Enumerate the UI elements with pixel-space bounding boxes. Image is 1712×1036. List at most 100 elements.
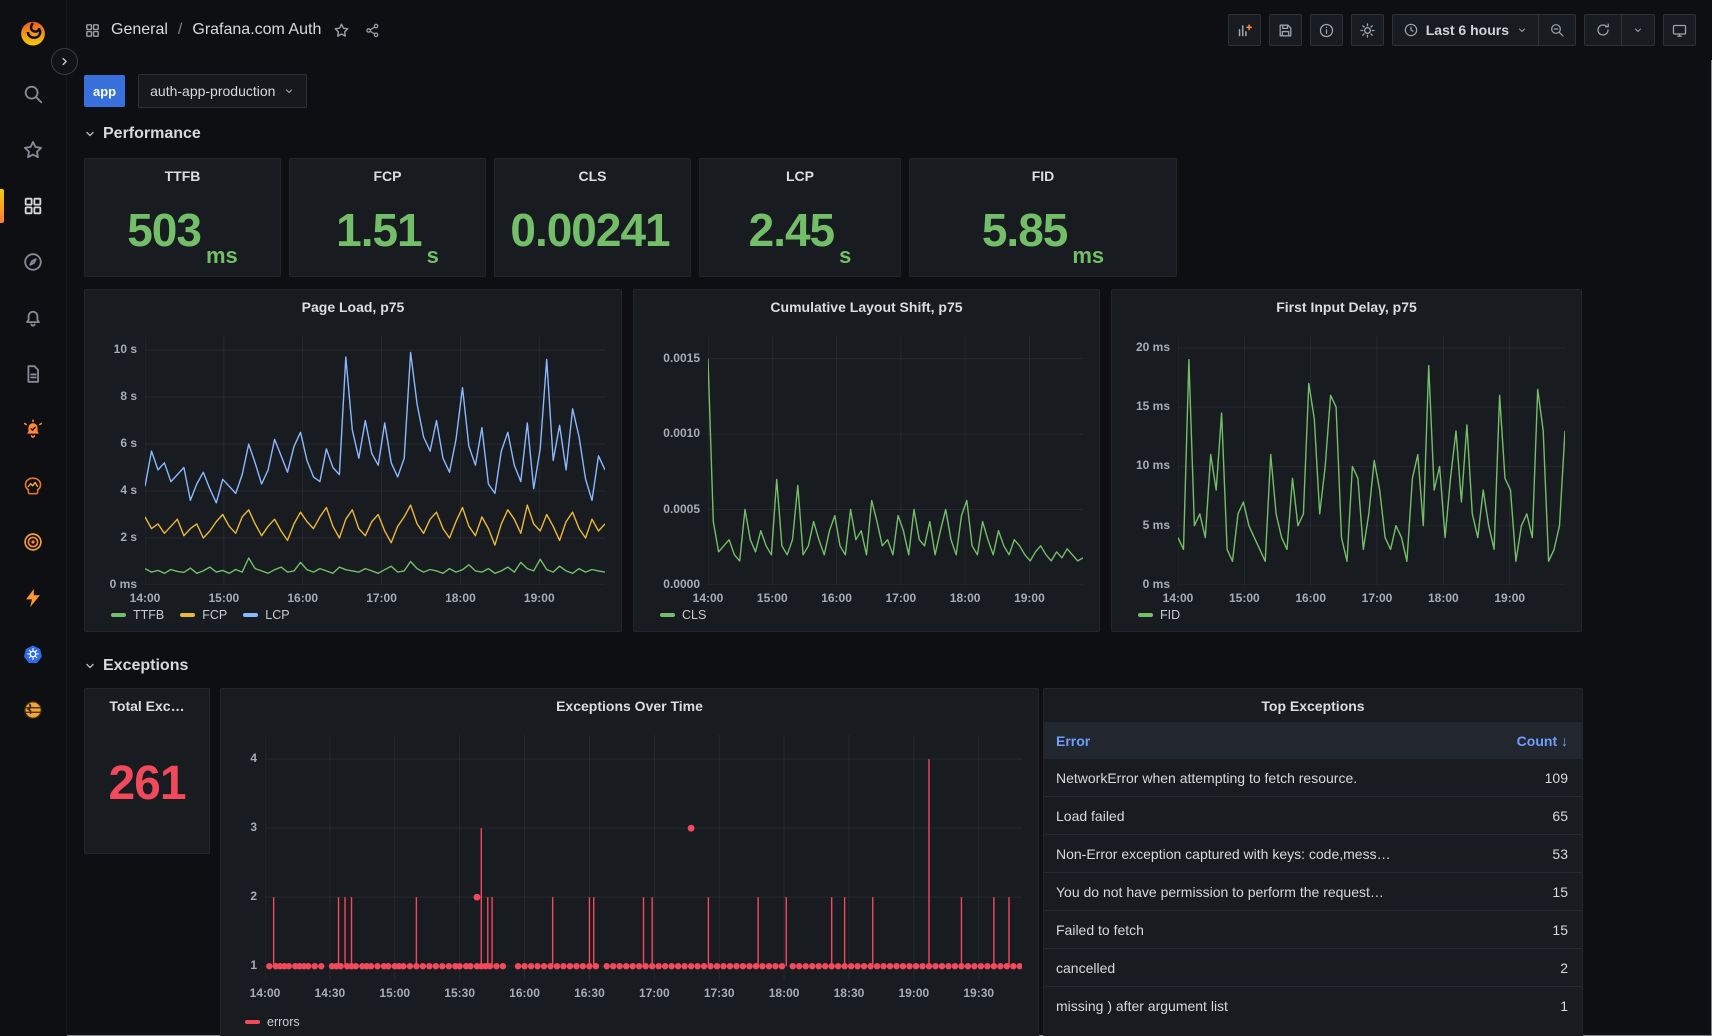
panel-total-exceptions: Total Exc… 261 bbox=[84, 688, 210, 854]
panel-exceptions-over-time: Exceptions Over Time 123414:0014:3015:00… bbox=[220, 688, 1039, 1036]
breadcrumb-section[interactable]: General bbox=[111, 21, 168, 39]
globe-icon bbox=[22, 699, 44, 721]
sidebar-item-synthetics[interactable] bbox=[0, 682, 66, 738]
panel-title[interactable]: Total Exc… bbox=[85, 689, 209, 714]
legend-label: CLS bbox=[682, 608, 706, 622]
y-axis-label: 20 ms bbox=[1122, 340, 1170, 354]
y-axis-label: 6 s bbox=[95, 436, 137, 450]
row-toggle-performance[interactable]: Performance bbox=[84, 122, 1712, 146]
refresh-dashboard-button[interactable] bbox=[1585, 15, 1621, 45]
add-panel-button[interactable] bbox=[1228, 14, 1261, 46]
sidebar-item-alerting[interactable] bbox=[0, 290, 66, 346]
chevron-down-icon bbox=[283, 85, 295, 97]
y-axis-label: 10 ms bbox=[1122, 458, 1170, 472]
row-toggle-exceptions[interactable]: Exceptions bbox=[84, 654, 1712, 678]
plot-exceptions[interactable] bbox=[265, 735, 1022, 980]
count-cell: 109 bbox=[1438, 770, 1582, 786]
sidebar-item-profiles[interactable] bbox=[0, 570, 66, 626]
panel-title[interactable]: Cumulative Layout Shift, p75 bbox=[634, 290, 1099, 315]
sidebar-item-machine-learning[interactable] bbox=[0, 458, 66, 514]
count-cell: 2 bbox=[1438, 960, 1582, 976]
error-cell: Non-Error exception captured with keys: … bbox=[1044, 846, 1438, 862]
sidebar-item-docs[interactable] bbox=[0, 346, 66, 402]
legend-swatch bbox=[243, 613, 258, 617]
app-variable-dropdown[interactable]: auth-app-production bbox=[138, 74, 307, 108]
table-header-row: Error Count ↓ bbox=[1044, 722, 1582, 759]
time-range-picker[interactable]: Last 6 hours bbox=[1393, 15, 1538, 45]
legend-item[interactable]: TTFB bbox=[111, 608, 164, 622]
legend-item[interactable]: LCP bbox=[243, 608, 289, 622]
top-bar: General / Grafana.com Auth bbox=[66, 0, 1712, 60]
page-title: Grafana.com Auth bbox=[192, 21, 321, 39]
stat-panel-cls: CLS 0.00241 bbox=[494, 158, 691, 277]
table-row: NetworkError when attempting to fetch re… bbox=[1044, 759, 1582, 796]
dashboard-canvas: app auth-app-production Performance TTFB… bbox=[66, 60, 1712, 1036]
sidebar-item-dashboards[interactable] bbox=[0, 178, 66, 234]
dashboard-settings-button[interactable] bbox=[1351, 14, 1384, 46]
panel-title[interactable]: First Input Delay, p75 bbox=[1112, 290, 1581, 315]
y-axis-label: 0.0000 bbox=[644, 577, 700, 591]
x-axis-label: 16:00 bbox=[1295, 591, 1326, 605]
plot-page-load[interactable] bbox=[145, 336, 605, 585]
stat-value: 2.45 bbox=[749, 207, 835, 253]
column-header-error[interactable]: Error bbox=[1044, 733, 1438, 749]
panel-title[interactable]: Top Exceptions bbox=[1044, 689, 1582, 714]
y-axis-label: 15 ms bbox=[1122, 399, 1170, 413]
x-axis-label: 18:00 bbox=[445, 591, 476, 605]
legend-label: LCP bbox=[265, 608, 289, 622]
x-axis-label: 17:00 bbox=[639, 986, 670, 1000]
table-row: Load failed65 bbox=[1044, 796, 1582, 834]
column-header-count[interactable]: Count ↓ bbox=[1438, 733, 1582, 749]
stat-title[interactable]: CLS bbox=[579, 159, 607, 184]
stat-title[interactable]: LCP bbox=[786, 159, 814, 184]
star-dashboard-button[interactable] bbox=[331, 20, 352, 41]
stat-title[interactable]: FID bbox=[1032, 159, 1055, 184]
sidebar-item-incident[interactable] bbox=[0, 514, 66, 570]
y-axis-label: 0.0005 bbox=[644, 502, 700, 516]
stat-title[interactable]: FCP bbox=[374, 159, 402, 184]
dashboard-toolbar: Last 6 hours bbox=[1228, 14, 1696, 46]
legend-item[interactable]: CLS bbox=[660, 608, 706, 622]
stat-title[interactable]: TTFB bbox=[165, 159, 201, 184]
sidebar-item-starred[interactable] bbox=[0, 122, 66, 178]
dashboard-insights-button[interactable] bbox=[1310, 14, 1343, 46]
tv-mode-button[interactable] bbox=[1663, 14, 1696, 46]
panel-title[interactable]: Page Load, p75 bbox=[85, 290, 621, 315]
legend-swatch bbox=[660, 613, 675, 617]
legend-item[interactable]: FCP bbox=[180, 608, 227, 622]
section-title-exceptions: Exceptions bbox=[103, 657, 188, 675]
stat-unit: ms bbox=[1072, 243, 1104, 276]
kubernetes-icon bbox=[22, 643, 44, 665]
x-axis-label: 18:00 bbox=[950, 591, 981, 605]
y-axis-label: 4 bbox=[231, 751, 257, 765]
y-axis-label: 5 ms bbox=[1122, 518, 1170, 532]
x-axis-label: 14:00 bbox=[130, 591, 161, 605]
plot-cls[interactable] bbox=[708, 336, 1083, 585]
gear-icon bbox=[1359, 22, 1376, 39]
stat-unit: s bbox=[839, 243, 851, 276]
plot-fid[interactable] bbox=[1178, 336, 1565, 585]
table-row: cancelled2 bbox=[1044, 948, 1582, 986]
sidebar-item-kubernetes[interactable] bbox=[0, 626, 66, 682]
legend-item[interactable]: FID bbox=[1138, 608, 1180, 622]
stat-value: 503 bbox=[127, 207, 201, 253]
legend-item[interactable]: errors bbox=[245, 1015, 300, 1029]
chevron-down-icon bbox=[1632, 24, 1644, 36]
ml-brain-icon bbox=[22, 475, 44, 497]
share-dashboard-button[interactable] bbox=[362, 20, 383, 41]
error-cell: You do not have permission to perform th… bbox=[1044, 884, 1438, 900]
sidebar-expand-button[interactable] bbox=[51, 48, 78, 75]
adhoc-filter-key[interactable]: app bbox=[84, 75, 125, 107]
save-dashboard-button[interactable] bbox=[1269, 14, 1302, 46]
sidebar-item-oncall[interactable] bbox=[0, 402, 66, 458]
panel-title[interactable]: Exceptions Over Time bbox=[221, 689, 1038, 714]
zoom-out-time-button[interactable] bbox=[1538, 15, 1575, 45]
refresh-interval-dropdown[interactable] bbox=[1621, 15, 1654, 45]
compass-icon bbox=[22, 251, 44, 273]
panel-top-exceptions: Top Exceptions Error Count ↓ NetworkErro… bbox=[1043, 688, 1583, 1036]
chart-area: 0 ms2 s4 s6 s8 s10 s14:0015:0016:0017:00… bbox=[95, 324, 611, 585]
sidebar-item-explore[interactable] bbox=[0, 234, 66, 290]
sidebar-item-search[interactable] bbox=[0, 66, 66, 122]
lightning-bolt-icon bbox=[22, 587, 44, 609]
x-axis-label: 16:00 bbox=[509, 986, 540, 1000]
